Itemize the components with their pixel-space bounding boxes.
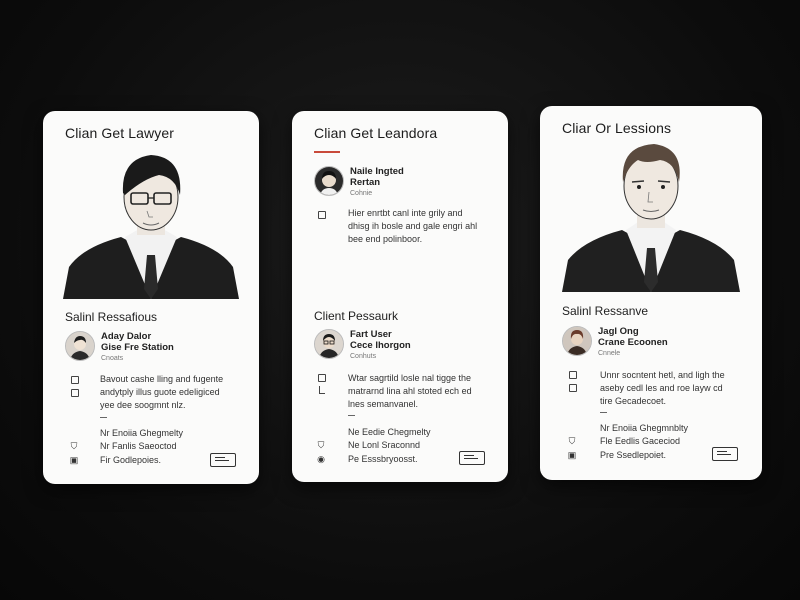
clipboard-icon: ▣ — [567, 450, 577, 460]
contact-meta: Cnoats — [101, 355, 124, 362]
feature-row: Ne Eedie Chegmelty — [348, 427, 431, 437]
contact-meta: Conhuts — [350, 353, 377, 360]
id-card-icon[interactable] — [712, 447, 738, 461]
lawyer-portrait — [63, 155, 239, 299]
shield-check-icon: ⛉ — [70, 441, 78, 451]
clipboard-icon: ▣ — [69, 455, 79, 465]
feature-row: Fir Godlepoies. — [100, 455, 162, 465]
description-line: dhisg ih bosle and gale engri ahl — [348, 221, 478, 231]
id-card-icon[interactable] — [459, 451, 485, 465]
contact-meta: Cohnie — [350, 190, 373, 197]
leandora-card[interactable]: Clian Get Leandora Naile Ingted Rertan C… — [292, 111, 508, 482]
description: Bavout cashe lling and fugente andytply … — [100, 373, 223, 412]
card-title: Clian Get Leandora — [314, 125, 438, 141]
feature-row: Fle Eedlis Gaceciod — [600, 436, 681, 446]
shield-check-icon: ⛉ — [568, 436, 576, 446]
target-icon: ◉ — [317, 454, 325, 464]
avatar — [65, 331, 95, 361]
description-line: Bavout cashe lling and fugente — [100, 374, 224, 384]
description: Hier enrtbt canl inte grily and dhisg ih… — [348, 207, 477, 246]
description-line: tire Gecadecoet. — [600, 396, 667, 406]
divider — [100, 417, 107, 418]
feature-row: Nr Enoiia Ghegmnblty — [600, 423, 689, 433]
contact-name: Jagl Ong — [598, 326, 639, 337]
checkbox-icon[interactable] — [71, 389, 79, 397]
description-line: matrarnd lina ahl stoted ech ed — [348, 386, 472, 396]
lessions-card[interactable]: Cliar Or Lessions Salinl Ressanve Jagl O… — [540, 106, 762, 480]
description-line: Hier enrtbt canl inte grily and — [348, 208, 463, 218]
description-line: andytply illus guote edeligiced — [100, 387, 220, 397]
checkbox-icon[interactable] — [569, 371, 577, 379]
contact-meta: Cnnele — [598, 350, 621, 357]
lessions-portrait — [562, 144, 740, 292]
title-accent — [314, 151, 340, 153]
description-line: bee end polinboor. — [348, 234, 423, 244]
description-line: yee dee soogmnt nlz. — [100, 400, 186, 410]
id-card-icon[interactable] — [210, 453, 236, 467]
feature-row: Nr Fanlis Saeoctod — [100, 441, 177, 451]
feature-row: Pe Esssbryoosst. — [348, 454, 418, 464]
checkbox-icon[interactable] — [569, 384, 577, 392]
section-title: Salinl Ressanve — [562, 304, 649, 318]
contact-role: Rertan — [350, 177, 381, 188]
shield-check-icon: ⛉ — [317, 440, 325, 450]
section-title: Salinl Ressafious — [65, 310, 158, 324]
description-line: Unnr socntent hetl, and ligh the — [600, 370, 725, 380]
feature-row: Ne Lonl Sraconnd — [348, 440, 421, 450]
checkbox-icon[interactable] — [318, 211, 326, 219]
contact-role: Cece lhorgon — [350, 340, 411, 351]
description-line: lnes semanvanel. — [348, 399, 419, 409]
avatar — [562, 326, 592, 356]
divider — [348, 415, 355, 416]
feature-row: Nr Enoiia Ghegmelty — [100, 428, 184, 438]
description-line: Wtar sagrtild losle nal tigge the — [348, 373, 472, 383]
bracket-icon — [319, 386, 325, 394]
divider — [600, 412, 607, 413]
card-title: Clian Get Lawyer — [65, 125, 174, 141]
description: Wtar sagrtild losle nal tigge the matrar… — [348, 372, 472, 411]
contact-name: Aday Dalor — [101, 331, 152, 342]
card-title: Cliar Or Lessions — [562, 120, 672, 136]
contact-name: Naile Ingted — [350, 166, 404, 177]
description: Unnr socntent hetl, and ligh the aseby c… — [600, 369, 725, 408]
checkbox-icon[interactable] — [318, 374, 326, 382]
checkbox-icon[interactable] — [71, 376, 79, 384]
contact-role: Crane Ecoonen — [598, 337, 668, 348]
avatar — [314, 329, 344, 359]
contact-name: Fart User — [350, 329, 392, 340]
feature-row: Pre Ssedlepoiet. — [600, 450, 667, 460]
avatar — [314, 166, 344, 196]
lawyer-card[interactable]: Clian Get Lawyer Salinl Ressafious Aday … — [43, 111, 259, 484]
description-line: aseby cedl les and roe layw cd — [600, 383, 723, 393]
contact-role: Gise Fre Station — [101, 342, 174, 353]
section-title: Client Pessaurk — [314, 309, 399, 323]
